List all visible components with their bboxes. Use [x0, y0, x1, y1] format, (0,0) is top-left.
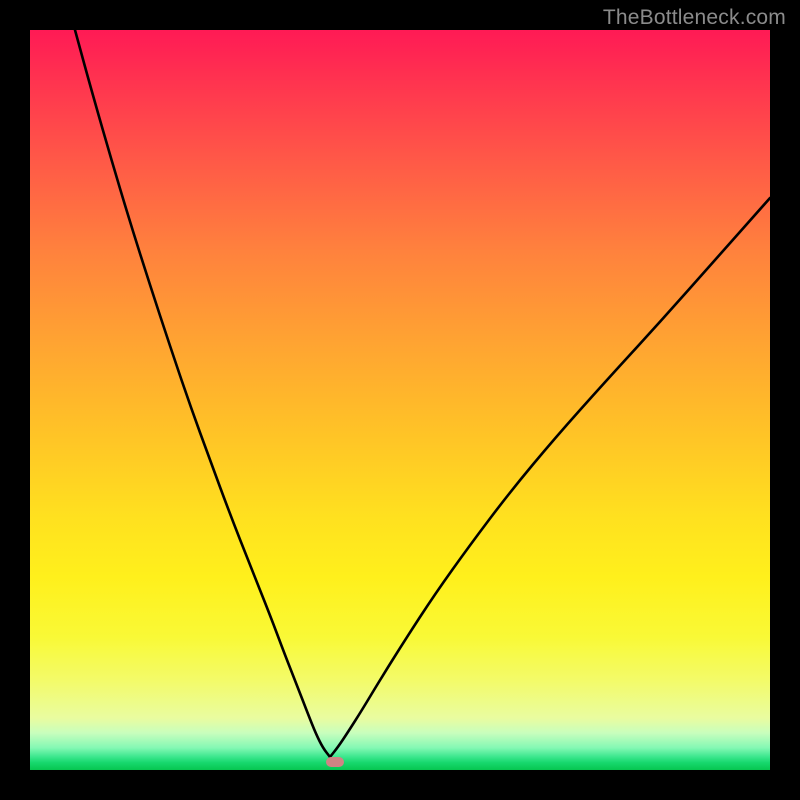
plot-area [30, 30, 770, 770]
watermark-text: TheBottleneck.com [603, 6, 786, 30]
chart-frame: TheBottleneck.com [0, 0, 800, 800]
curve-left-branch [75, 30, 330, 757]
optimal-marker [326, 757, 344, 767]
curve-right-branch [330, 198, 770, 757]
bottleneck-curve [30, 30, 770, 770]
